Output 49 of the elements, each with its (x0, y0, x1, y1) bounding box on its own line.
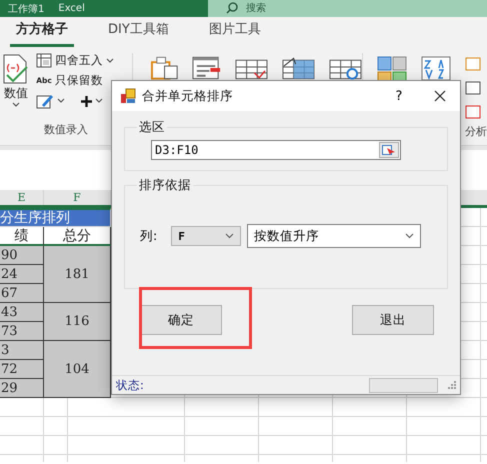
confirm-button[interactable]: 确定 (140, 305, 222, 335)
table-cell: 181 (44, 246, 111, 303)
group-title: 排序依据 (138, 177, 192, 194)
close-icon (434, 90, 446, 102)
table-arrow-icon (282, 56, 316, 80)
table-cell: 116 (44, 303, 111, 341)
group-label: 数值录入 (43, 122, 89, 138)
range-picker-button[interactable] (379, 142, 399, 158)
status-label: 状态: (116, 378, 144, 392)
ribbon-button[interactable]: 四舍五入 (36, 53, 114, 68)
workbook-title: 工作簿1 (8, 2, 44, 16)
caret-icon (57, 98, 65, 104)
app-name: Excel (58, 3, 85, 14)
table-cell: 43 (0, 303, 44, 322)
range-select-icon (382, 145, 396, 155)
app-icon (120, 88, 136, 104)
chevron-down-icon (225, 233, 234, 239)
caret-icon (106, 58, 114, 64)
chevron-down-icon (405, 233, 414, 239)
column-label: 列: (140, 228, 158, 244)
range-field[interactable]: D3:F10 (151, 140, 401, 160)
dialog-title: 合并单元格排序 (142, 88, 233, 104)
table-cell: 90 (0, 246, 44, 265)
search-icon (226, 2, 238, 14)
caret-icon (12, 102, 20, 108)
column-header[interactable]: E (0, 190, 44, 205)
column-dropdown[interactable]: F (171, 226, 242, 246)
ribbon-tab[interactable]: DIY工具箱 (102, 19, 175, 47)
table-cell: 29 (0, 379, 44, 398)
sort-order-dropdown[interactable]: 按数值升序 (247, 224, 422, 248)
help-button[interactable]: ? (384, 88, 414, 104)
group-title: 选区 (138, 119, 166, 136)
table-cell: 104 (44, 341, 111, 398)
search-field[interactable]: 搜索 (208, 0, 487, 17)
number-value-button[interactable]: 数值 (0, 53, 32, 122)
resize-grip-icon (448, 381, 456, 389)
table-cell: 67 (0, 284, 44, 303)
table-cell: 24 (0, 265, 44, 284)
caret-icon (95, 98, 103, 104)
table-cell: 73 (0, 322, 44, 341)
ribbon-tab[interactable]: 图片工具 (202, 19, 267, 47)
table-cell: 72 (0, 360, 44, 379)
group-label: 分析 (465, 124, 487, 139)
table-title-cell: 分生序排列 (0, 208, 111, 227)
plus-icon (81, 96, 92, 106)
exit-button[interactable]: 退出 (352, 305, 434, 335)
pencil-table-icon (36, 93, 54, 109)
table-cell: 3 (0, 341, 44, 360)
table-icon (36, 53, 52, 68)
